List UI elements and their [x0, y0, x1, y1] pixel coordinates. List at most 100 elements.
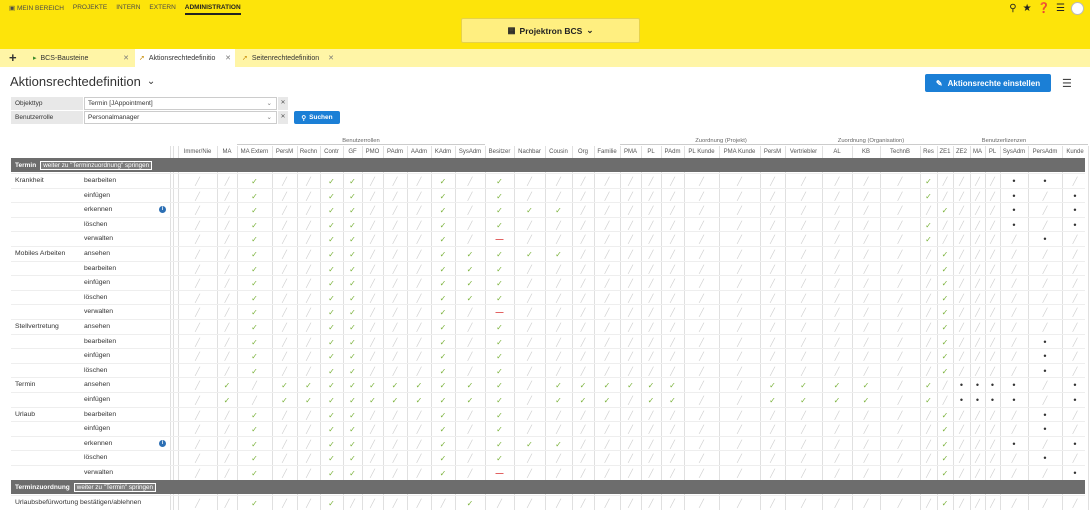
- disabled-icon[interactable]: ╱: [594, 409, 620, 422]
- check-icon[interactable]: ✓: [343, 306, 362, 319]
- disabled-icon[interactable]: ╱: [880, 204, 920, 217]
- disabled-icon[interactable]: ╱: [985, 467, 1000, 480]
- check-icon[interactable]: ✓: [572, 379, 594, 392]
- check-icon[interactable]: ✓: [237, 409, 272, 422]
- disabled-icon[interactable]: ╱: [272, 423, 297, 436]
- disabled-icon[interactable]: ╱: [985, 175, 1000, 188]
- disabled-icon[interactable]: ╱: [407, 277, 431, 290]
- check-icon[interactable]: ✓: [217, 394, 237, 407]
- disabled-icon[interactable]: ╱: [407, 219, 431, 232]
- disabled-icon[interactable]: ╱: [1062, 263, 1088, 276]
- disabled-icon[interactable]: ╱: [1000, 233, 1028, 246]
- dot-icon[interactable]: •: [970, 379, 985, 392]
- disabled-icon[interactable]: ╱: [852, 321, 880, 334]
- disabled-icon[interactable]: ╱: [785, 497, 822, 510]
- disabled-icon[interactable]: ╱: [1000, 248, 1028, 261]
- disabled-icon[interactable]: ╱: [852, 438, 880, 451]
- disabled-icon[interactable]: ╱: [297, 277, 320, 290]
- disabled-icon[interactable]: ╱: [572, 248, 594, 261]
- disabled-icon[interactable]: ╱: [641, 350, 661, 363]
- disabled-icon[interactable]: ╱: [217, 321, 237, 334]
- disabled-icon[interactable]: ╱: [953, 292, 970, 305]
- disabled-icon[interactable]: ╱: [178, 497, 217, 510]
- disabled-icon[interactable]: ╱: [594, 336, 620, 349]
- disabled-icon[interactable]: ╱: [661, 190, 684, 203]
- check-icon[interactable]: ✓: [431, 190, 455, 203]
- disabled-icon[interactable]: ╱: [1028, 263, 1062, 276]
- check-icon[interactable]: ✓: [545, 438, 572, 451]
- disabled-icon[interactable]: ╱: [514, 175, 545, 188]
- disabled-icon[interactable]: ╱: [920, 452, 937, 465]
- disabled-icon[interactable]: ╱: [383, 452, 407, 465]
- disabled-icon[interactable]: ╱: [272, 497, 297, 510]
- disabled-icon[interactable]: ╱: [1000, 321, 1028, 334]
- disabled-icon[interactable]: ╱: [1028, 394, 1062, 407]
- disabled-icon[interactable]: ╱: [217, 336, 237, 349]
- menu-icon[interactable]: ☰: [1056, 3, 1065, 14]
- disabled-icon[interactable]: ╱: [785, 248, 822, 261]
- check-icon[interactable]: ✓: [937, 423, 953, 436]
- disabled-icon[interactable]: ╱: [760, 321, 785, 334]
- disabled-icon[interactable]: ╱: [545, 336, 572, 349]
- check-icon[interactable]: ✓: [937, 321, 953, 334]
- check-icon[interactable]: ✓: [320, 263, 343, 276]
- check-icon[interactable]: ✓: [920, 190, 937, 203]
- disabled-icon[interactable]: ╱: [937, 190, 953, 203]
- disabled-icon[interactable]: ╱: [641, 467, 661, 480]
- close-icon[interactable]: ✕: [123, 54, 129, 62]
- disabled-icon[interactable]: ╱: [514, 379, 545, 392]
- check-icon[interactable]: ✓: [937, 204, 953, 217]
- check-icon[interactable]: ✓: [431, 233, 455, 246]
- disabled-icon[interactable]: ╱: [880, 467, 920, 480]
- disabled-icon[interactable]: ╱: [880, 233, 920, 246]
- info-icon[interactable]: i: [159, 439, 166, 447]
- check-icon[interactable]: ✓: [431, 321, 455, 334]
- check-icon[interactable]: ✓: [572, 394, 594, 407]
- disabled-icon[interactable]: ╱: [297, 306, 320, 319]
- check-icon[interactable]: ✓: [431, 219, 455, 232]
- disabled-icon[interactable]: ╱: [407, 233, 431, 246]
- disabled-icon[interactable]: ╱: [343, 497, 362, 510]
- disabled-icon[interactable]: ╱: [719, 204, 760, 217]
- check-icon[interactable]: ✓: [343, 175, 362, 188]
- disabled-icon[interactable]: ╱: [217, 190, 237, 203]
- disabled-icon[interactable]: ╱: [760, 204, 785, 217]
- disabled-icon[interactable]: ╱: [407, 306, 431, 319]
- disabled-icon[interactable]: ╱: [985, 365, 1000, 378]
- check-icon[interactable]: ✓: [343, 467, 362, 480]
- disabled-icon[interactable]: ╱: [985, 497, 1000, 510]
- disabled-icon[interactable]: ╱: [620, 233, 641, 246]
- disabled-icon[interactable]: ╱: [383, 438, 407, 451]
- disabled-icon[interactable]: ╱: [545, 233, 572, 246]
- disabled-icon[interactable]: ╱: [594, 497, 620, 510]
- disabled-icon[interactable]: ╱: [920, 423, 937, 436]
- search-button[interactable]: ⚲ Suchen: [294, 111, 340, 124]
- disabled-icon[interactable]: ╱: [852, 263, 880, 276]
- check-icon[interactable]: ✓: [237, 277, 272, 290]
- disabled-icon[interactable]: ╱: [953, 219, 970, 232]
- disabled-icon[interactable]: ╱: [572, 263, 594, 276]
- disabled-icon[interactable]: ╱: [822, 350, 852, 363]
- disabled-icon[interactable]: ╱: [514, 350, 545, 363]
- check-icon[interactable]: ✓: [822, 379, 852, 392]
- check-icon[interactable]: ✓: [641, 379, 661, 392]
- disabled-icon[interactable]: ╱: [822, 233, 852, 246]
- dash-icon[interactable]: —: [485, 306, 514, 319]
- disabled-icon[interactable]: ╱: [822, 248, 852, 261]
- disabled-icon[interactable]: ╱: [719, 277, 760, 290]
- disabled-icon[interactable]: ╱: [383, 292, 407, 305]
- disabled-icon[interactable]: ╱: [407, 263, 431, 276]
- disabled-icon[interactable]: ╱: [217, 409, 237, 422]
- disabled-icon[interactable]: ╱: [822, 452, 852, 465]
- disabled-icon[interactable]: ╱: [719, 292, 760, 305]
- disabled-icon[interactable]: ╱: [641, 233, 661, 246]
- disabled-icon[interactable]: ╱: [217, 423, 237, 436]
- disabled-icon[interactable]: ╱: [1000, 263, 1028, 276]
- disabled-icon[interactable]: ╱: [684, 321, 719, 334]
- disabled-icon[interactable]: ╱: [545, 409, 572, 422]
- disabled-icon[interactable]: ╱: [297, 452, 320, 465]
- disabled-icon[interactable]: ╱: [1000, 409, 1028, 422]
- disabled-icon[interactable]: ╱: [297, 350, 320, 363]
- dot-icon[interactable]: •: [1028, 452, 1062, 465]
- check-icon[interactable]: ✓: [485, 190, 514, 203]
